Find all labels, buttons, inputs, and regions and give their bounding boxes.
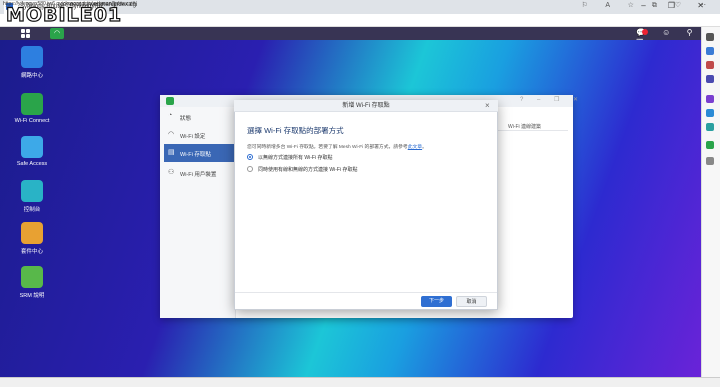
help-icon (21, 266, 43, 288)
sidebar-app-icon[interactable] (706, 95, 714, 103)
desktop-icon-label: 套件中心 (20, 249, 43, 255)
address-bar-icons[interactable]: ⚐ A ☆ ⧉ ♡ ⋯ (582, 1, 714, 10)
dialog-title: 新增 Wi-Fi 存取點 (234, 100, 498, 112)
desktop-icon-label: 控制台 (23, 207, 41, 213)
main-menu-icon[interactable] (21, 29, 30, 38)
desktop-icon[interactable]: 套件中心 (2, 222, 62, 255)
nav-label: Wi-Fi 存取點 (180, 152, 211, 158)
desktop-icon[interactable]: Safe Access (2, 136, 62, 167)
status-icon: ◔ (168, 112, 173, 119)
wifi-taskbar-icon[interactable]: ◠ (50, 28, 64, 39)
radio-selected[interactable] (247, 154, 253, 160)
article-link[interactable]: 此文章 (408, 145, 422, 150)
sidebar-tools-icon[interactable] (706, 61, 714, 69)
desktop-icon[interactable]: SRM 說明 (2, 266, 62, 299)
nav-item-wifi-settings[interactable]: ◠ Wi-Fi 設定 (164, 126, 236, 144)
desktop-icon-label: 網路中心 (20, 73, 43, 79)
watermark: MOBILE01 (5, 3, 123, 26)
sidebar-search-icon[interactable] (706, 33, 714, 41)
cancel-button[interactable]: 取消 (456, 296, 487, 307)
client-devices-icon: ⚇ (168, 169, 175, 176)
safe-access-icon (21, 136, 43, 158)
status-bar (0, 377, 720, 387)
network-center-icon (21, 46, 43, 68)
description-end: 。 (422, 145, 427, 150)
sidebar-add-icon[interactable] (706, 157, 714, 165)
next-button[interactable]: 下一步 (421, 296, 452, 307)
desktop-icon-label: SRM 說明 (19, 293, 45, 299)
desktop-icon[interactable]: 控制台 (2, 180, 62, 213)
nav-item-status[interactable]: ◔ 狀態 (164, 108, 236, 126)
srm-taskbar (0, 27, 701, 40)
wifi-connect-logo-icon (166, 97, 174, 105)
sidebar-tag-icon[interactable] (706, 47, 714, 55)
window-controls[interactable]: ? – ❐ ✕ (520, 96, 584, 103)
control-panel-icon (21, 180, 43, 202)
sidebar-outlook-icon[interactable] (706, 109, 714, 117)
dialog-footer-divider (235, 292, 497, 293)
wifi-settings-icon: ◠ (168, 131, 175, 138)
nav-label: 狀態 (180, 116, 192, 122)
nav-item-client-devices[interactable]: ⚇ Wi-Fi 用戶裝置 (164, 164, 236, 182)
description-text: 您可同時新增多台 Wi-Fi 存取點。若要了解 Mesh Wi-Fi 的部署方式… (247, 145, 408, 150)
dialog-description: 您可同時新增多台 Wi-Fi 存取點。若要了解 Mesh Wi-Fi 的部署方式… (247, 143, 487, 150)
desktop-icon-label: Safe Access (16, 161, 48, 167)
column-header[interactable]: Wi-Fi 連線建築 (498, 121, 568, 131)
desktop-icon[interactable]: Wi-Fi Connect (2, 93, 62, 124)
sidebar-teams-icon[interactable] (706, 123, 714, 131)
dialog-heading: 選擇 Wi-Fi 存取點的部署方式 (247, 126, 344, 135)
nav-item-access-point[interactable]: ▤ Wi-Fi 存取點 (164, 144, 236, 162)
nav-label: Wi-Fi 設定 (180, 134, 206, 140)
option-label: 以無線方式連接所有 Wi-Fi 存取點 (258, 155, 333, 161)
wifi-connect-icon (21, 93, 43, 115)
package-center-icon (21, 222, 43, 244)
desktop-icon-label: Wi-Fi Connect (14, 118, 50, 124)
radio-unselected[interactable] (247, 166, 253, 172)
sidebar-person-icon[interactable] (706, 75, 714, 83)
option-label: 同時使用有線和無線的方式連接 Wi-Fi 存取點 (258, 167, 358, 173)
dialog-close-icon[interactable]: × (485, 101, 490, 110)
nav-label: Wi-Fi 用戶裝置 (180, 172, 217, 178)
sidebar-extra-icon[interactable] (706, 141, 714, 149)
access-point-icon: ▤ (168, 149, 175, 156)
notification-badge (642, 29, 648, 35)
desktop-icon[interactable]: 網路中心 (2, 46, 62, 79)
